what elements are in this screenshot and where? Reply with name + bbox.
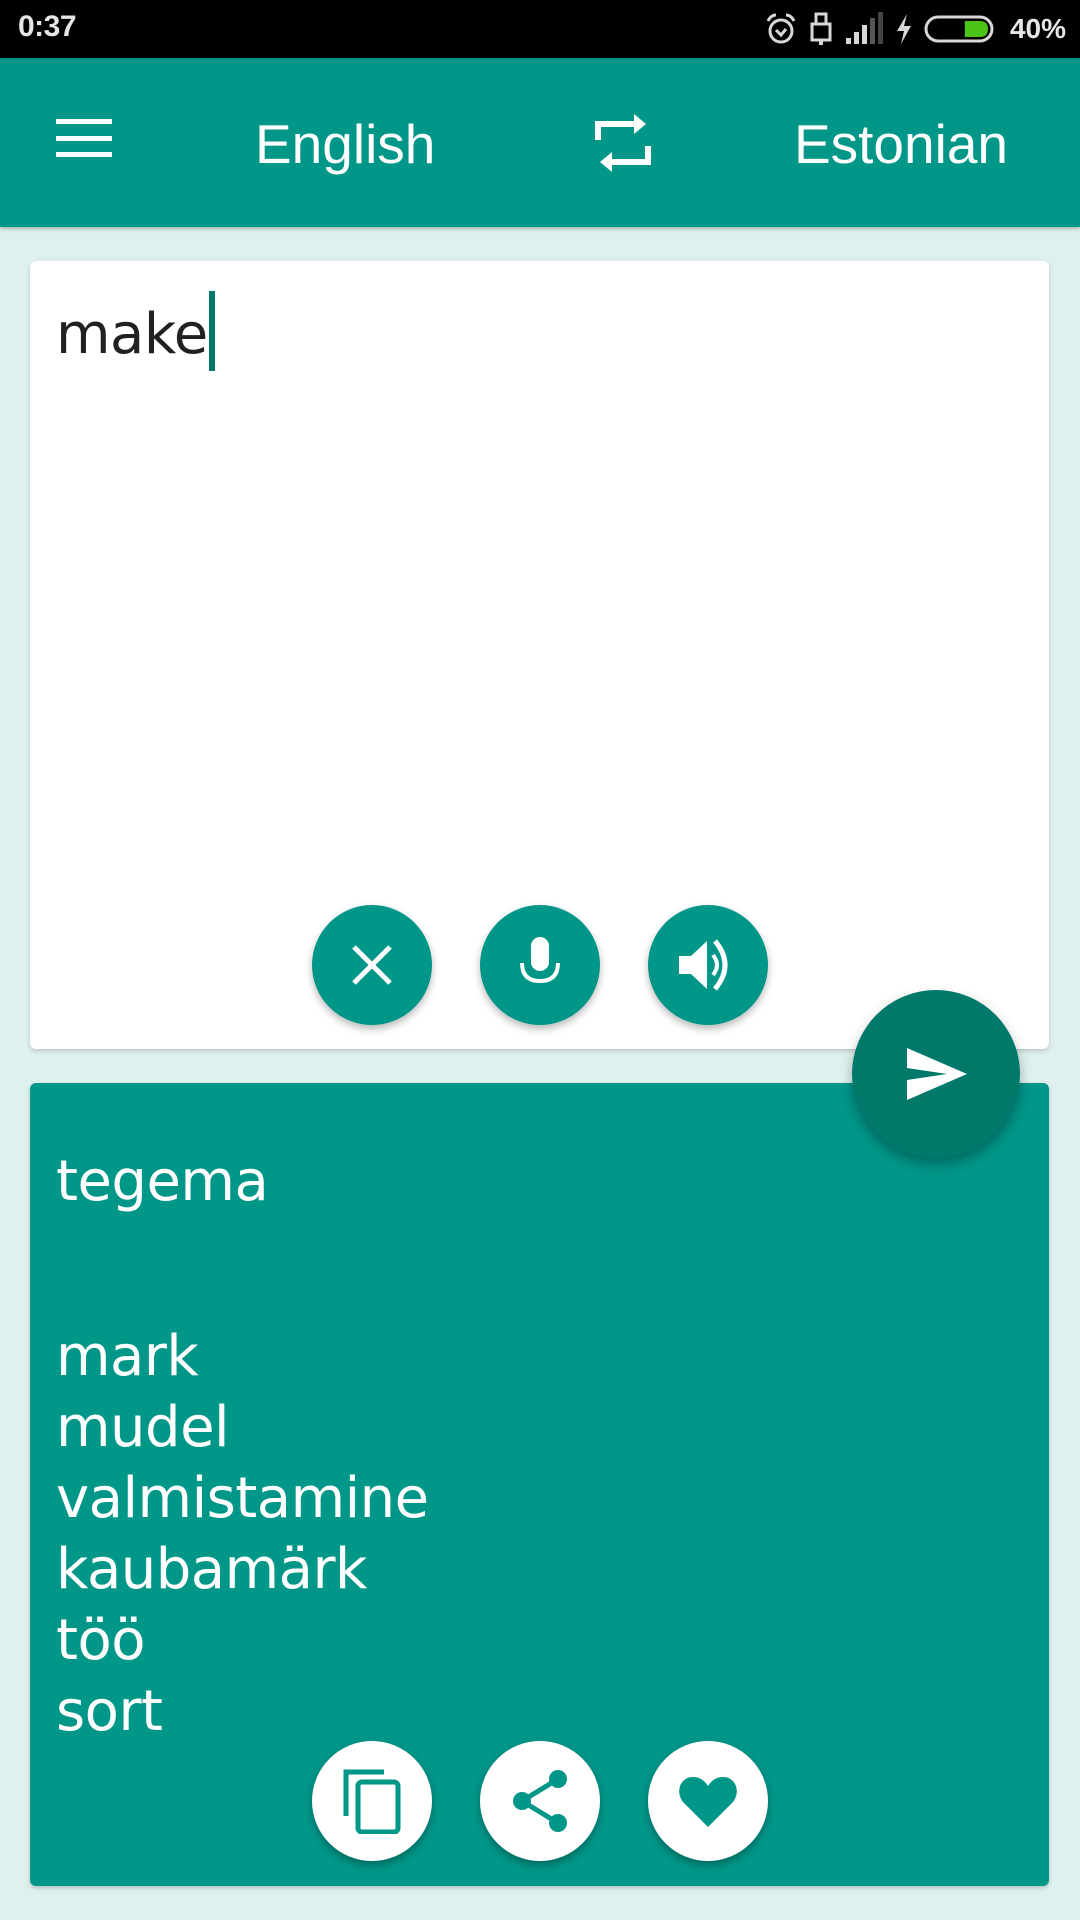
copy-button[interactable]: [312, 1741, 432, 1861]
translation-item: mark: [56, 1324, 199, 1389]
primary-translation: tegema: [56, 1149, 269, 1214]
speaker-icon: [679, 939, 728, 991]
microphone-icon: [520, 937, 560, 984]
usb-debug-icon: [810, 12, 832, 45]
swap-languages-button[interactable]: [590, 110, 656, 176]
source-text-input[interactable]: make: [56, 291, 215, 371]
share-icon: [513, 1770, 567, 1832]
text-cursor: [208, 291, 215, 371]
translation-item: sort: [56, 1679, 163, 1744]
target-language-selector[interactable]: Estonian: [794, 112, 1008, 176]
output-card: tegema mark mudel valmistamine kaubamärk…: [30, 1083, 1049, 1886]
status-icons: 40%: [764, 0, 1066, 58]
close-icon: [352, 945, 392, 985]
alternative-translations: mark mudel valmistamine kaubamärk töö so…: [56, 1321, 429, 1747]
clear-button[interactable]: [312, 905, 432, 1025]
translation-item: töö: [56, 1608, 145, 1673]
battery-percent: 40%: [1009, 13, 1066, 44]
app-bar: English Estonian: [0, 58, 1080, 227]
heart-icon: [679, 1777, 737, 1827]
battery-icon: [924, 15, 994, 43]
favorite-button[interactable]: [648, 1741, 768, 1861]
source-text-value: make: [56, 302, 208, 367]
speak-button[interactable]: [648, 905, 768, 1025]
source-language-selector[interactable]: English: [255, 112, 435, 176]
status-time: 0:37: [18, 10, 77, 43]
input-card: make: [30, 261, 1049, 1049]
status-bar: 0:37 40%: [0, 0, 1080, 58]
charging-icon: [896, 14, 911, 44]
translate-button[interactable]: [852, 990, 1020, 1158]
share-button[interactable]: [480, 1741, 600, 1861]
translation-item: kaubamärk: [56, 1537, 367, 1602]
translation-item: mudel: [56, 1395, 230, 1460]
voice-input-button[interactable]: [480, 905, 600, 1025]
send-icon: [907, 1048, 967, 1100]
alarm-icon: [766, 13, 796, 44]
signal-icon: [845, 12, 883, 44]
translation-item: valmistamine: [56, 1466, 429, 1531]
copy-icon: [343, 1769, 401, 1834]
swap-languages-icon: [595, 114, 651, 172]
menu-button[interactable]: [46, 110, 122, 174]
